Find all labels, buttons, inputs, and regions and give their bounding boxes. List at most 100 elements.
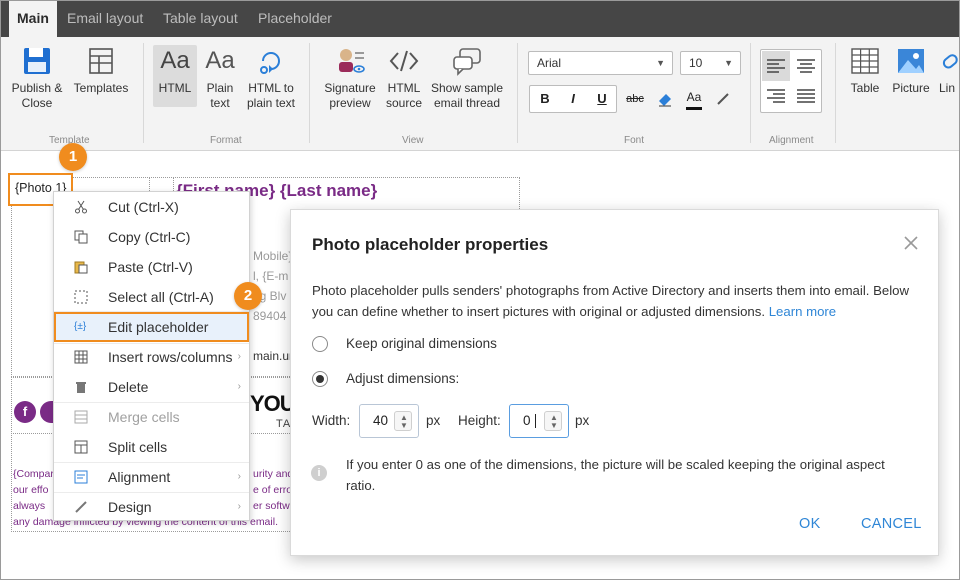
plain-text-button[interactable]: Aa Plain text: [200, 45, 240, 111]
info-icon: i: [311, 465, 327, 481]
align-right-button[interactable]: [762, 81, 790, 111]
pencil-icon: [75, 501, 87, 513]
signature-preview-button[interactable]: Signature preview: [319, 45, 381, 111]
ribbon-toolbar: Publish & Close Templates Template Aa HT…: [1, 37, 959, 151]
menu-item-select-all[interactable]: Select all (Ctrl-A): [54, 282, 249, 312]
align-justify-icon: [797, 89, 815, 103]
select-all-icon: [74, 290, 88, 304]
tab-main[interactable]: Main: [9, 1, 57, 37]
insert-picture-button[interactable]: Picture: [889, 45, 933, 96]
menu-item-merge-cells[interactable]: Merge cells: [54, 402, 249, 432]
plain-aa-icon: Aa: [205, 47, 235, 74]
convert-icon: [260, 52, 280, 74]
html-source-button[interactable]: HTML source: [383, 45, 425, 111]
align-left-button[interactable]: [762, 51, 790, 81]
learn-more-link[interactable]: Learn more: [769, 304, 836, 319]
menu-item-design[interactable]: Design ›: [54, 492, 249, 522]
banner-text-fragment: YOU: [250, 391, 296, 416]
height-input[interactable]: 0 ▲ ▼: [509, 404, 569, 438]
chat-bubbles-icon: [453, 48, 481, 76]
chevron-down-icon: ▼: [400, 421, 408, 430]
tab-table-layout[interactable]: Table layout: [155, 1, 246, 37]
tab-placeholder[interactable]: Placeholder: [250, 1, 340, 37]
banner-subtext-fragment: TA: [276, 418, 292, 430]
chevron-right-icon: ›: [237, 381, 241, 392]
bold-button[interactable]: B: [531, 85, 559, 113]
cancel-button[interactable]: CANCEL: [861, 516, 922, 532]
italic-button[interactable]: I: [559, 85, 587, 113]
radio-adjust-dimensions[interactable]: [312, 371, 328, 387]
insert-link-button[interactable]: Lin: [939, 45, 959, 96]
height-stepper[interactable]: ▲ ▼: [544, 411, 562, 431]
show-thread-button[interactable]: Show sample email thread: [429, 45, 505, 111]
menu-item-paste[interactable]: Paste (Ctrl-V): [54, 252, 249, 282]
templates-button[interactable]: Templates: [71, 45, 131, 96]
width-label: Width:: [312, 413, 351, 428]
html-to-plain-button[interactable]: HTML to plain text: [243, 45, 299, 111]
callout-step-2: 2: [234, 282, 262, 310]
group-separator: [143, 43, 144, 143]
tab-bar: Main Email layout Table layout Placehold…: [1, 1, 959, 37]
ok-button[interactable]: OK: [799, 516, 821, 532]
group-separator: [835, 43, 836, 143]
menu-item-edit-placeholder[interactable]: {±} Edit placeholder: [54, 312, 249, 342]
chevron-down-icon: ▼: [724, 58, 733, 68]
html-aa-icon: Aa: [160, 47, 190, 74]
underline-button[interactable]: U: [588, 85, 616, 113]
width-stepper[interactable]: ▲ ▼: [394, 411, 412, 431]
menu-item-cut[interactable]: Cut (Ctrl-X): [54, 192, 249, 222]
email-placeholder-fragment: l, {E-m: [253, 269, 289, 283]
dialog-title: Photo placeholder properties: [312, 235, 549, 254]
align-center-button[interactable]: [792, 51, 820, 81]
app-window: Main Email layout Table layout Placehold…: [0, 0, 960, 580]
strikethrough-button[interactable]: abc: [621, 85, 649, 113]
dialog-description: Photo placeholder pulls senders' photogr…: [312, 283, 909, 319]
insert-table-button[interactable]: Table: [846, 45, 884, 96]
paste-icon: [74, 261, 88, 274]
font-color-button[interactable]: Aa: [680, 85, 708, 113]
menu-item-insert-rows-columns[interactable]: Insert rows/columns ›: [54, 342, 249, 372]
code-icon: [389, 50, 419, 72]
grid-icon: [74, 350, 88, 364]
facebook-icon[interactable]: f: [14, 401, 36, 423]
templates-icon: [89, 48, 113, 74]
pen-icon: [717, 93, 729, 105]
group-label-view: View: [402, 135, 424, 146]
split-cells-icon: [74, 440, 88, 454]
menu-item-split-cells[interactable]: Split cells: [54, 432, 249, 462]
menu-item-delete[interactable]: Delete ›: [54, 372, 249, 402]
font-size-select[interactable]: 10 ▼: [680, 51, 741, 75]
option-keep-original-label: Keep original dimensions: [346, 336, 497, 351]
group-separator: [517, 43, 518, 143]
text-caret: [535, 414, 537, 429]
group-label-font: Font: [624, 135, 645, 146]
menu-item-copy[interactable]: Copy (Ctrl-C): [54, 222, 249, 252]
trash-icon: [76, 382, 86, 393]
chevron-down-icon: ▼: [656, 58, 665, 68]
clear-format-button[interactable]: [651, 85, 679, 113]
tab-email-layout[interactable]: Email layout: [59, 1, 151, 37]
align-justify-button[interactable]: [792, 81, 820, 111]
photo-placeholder-dialog: Photo placeholder properties Photo place…: [290, 209, 939, 556]
menu-item-alignment[interactable]: Alignment ›: [54, 462, 249, 492]
callout-step-1: 1: [59, 143, 87, 171]
option-adjust-label: Adjust dimensions:: [346, 371, 460, 386]
html-format-button[interactable]: Aa HTML: [153, 45, 197, 107]
radio-keep-original[interactable]: [312, 336, 328, 352]
link-icon: [942, 54, 958, 69]
chevron-right-icon: ›: [237, 501, 241, 512]
close-icon[interactable]: [901, 233, 921, 253]
highlight-button[interactable]: [709, 85, 737, 113]
height-label: Height:: [458, 413, 501, 428]
publish-close-button[interactable]: Publish & Close: [7, 45, 67, 111]
align-left-icon: [767, 59, 785, 73]
width-input[interactable]: 40 ▲ ▼: [359, 404, 419, 438]
placeholder-icon: {±}: [74, 321, 87, 332]
font-family-select[interactable]: Arial ▼: [528, 51, 673, 75]
copy-icon: [74, 230, 88, 244]
merge-cells-icon: [74, 410, 88, 424]
save-icon: [24, 48, 50, 74]
chevron-right-icon: ›: [237, 351, 241, 362]
group-label-format: Format: [210, 135, 242, 146]
chevron-down-icon: ▼: [550, 421, 558, 430]
